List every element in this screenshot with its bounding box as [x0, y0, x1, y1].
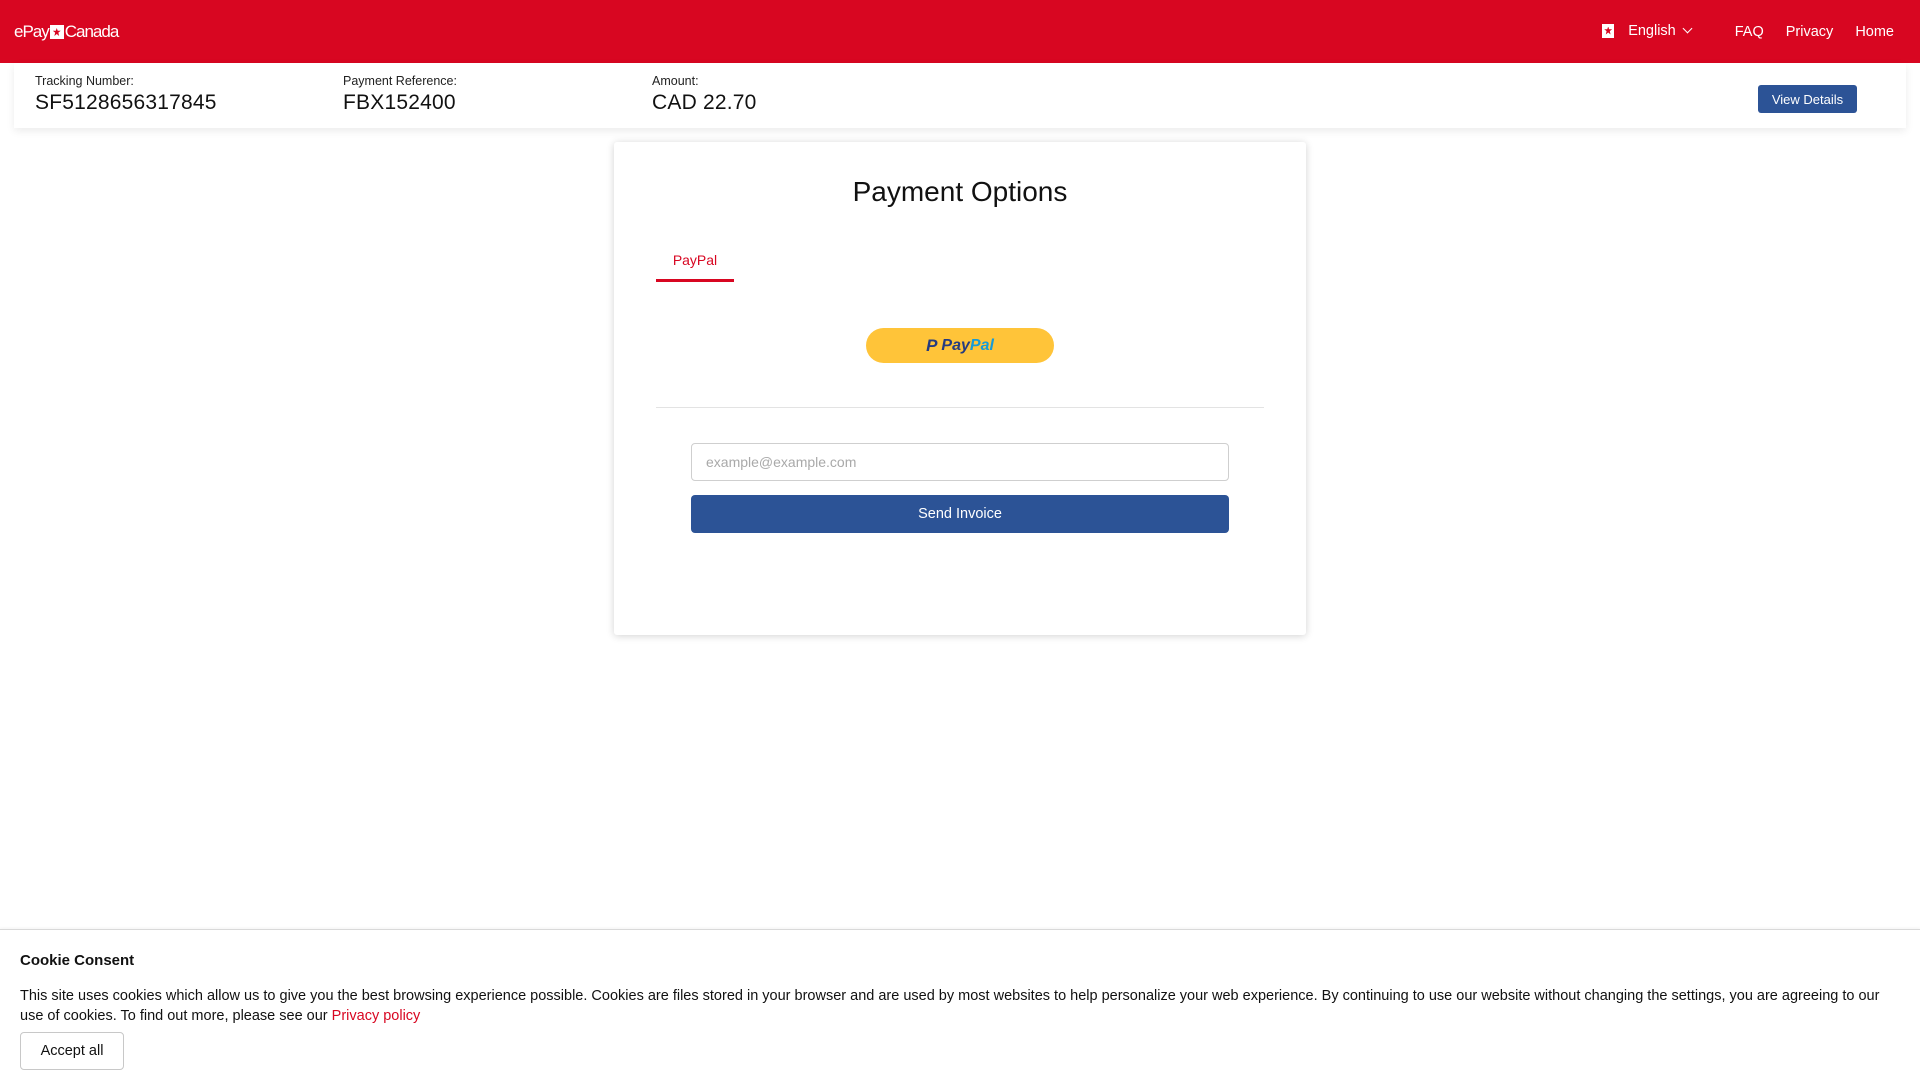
amount-label: Amount:: [652, 74, 699, 88]
send-invoice-button[interactable]: Send Invoice: [691, 495, 1229, 533]
cookie-consent-text: This site uses cookies which allow us to…: [20, 986, 1900, 1026]
tracking-number-label: Tracking Number:: [35, 74, 134, 88]
cookie-consent-title: Cookie Consent: [20, 952, 135, 969]
language-selector[interactable]: English: [1602, 22, 1693, 39]
nav-link-privacy[interactable]: Privacy: [1786, 24, 1834, 40]
payment-reference-value: FBX152400: [343, 91, 456, 114]
paypal-wordmark: PayPal: [941, 337, 993, 355]
cookie-consent-banner: Cookie Consent This site uses cookies wh…: [0, 929, 1920, 1080]
canada-flag-icon: [1602, 23, 1615, 38]
cookie-consent-body: This site uses cookies which allow us to…: [20, 988, 1880, 1024]
page-title: Payment Options: [852, 176, 1068, 207]
privacy-policy-link[interactable]: Privacy policy: [332, 1008, 421, 1024]
paypal-checkout-button[interactable]: P PayPal: [866, 328, 1054, 363]
email-input[interactable]: [691, 443, 1229, 481]
amount-value: CAD 22.70: [652, 91, 757, 114]
nav-link-home[interactable]: Home: [1855, 24, 1894, 40]
tab-paypal[interactable]: PayPal: [656, 252, 734, 282]
paypal-wordmark-pay: Pay: [941, 336, 970, 354]
paypal-wordmark-pal: Pal: [969, 336, 994, 354]
chevron-down-icon: [1682, 23, 1693, 34]
tracking-number-field: Tracking Number: SF5128656317845: [35, 74, 217, 115]
payment-reference-field: Payment Reference: FBX152400: [343, 74, 457, 115]
language-label: English: [1628, 22, 1676, 39]
maple-leaf-icon: [49, 25, 64, 39]
tracking-number-value: SF5128656317845: [35, 91, 217, 114]
payment-options-card: Payment Options PayPal P PayPal Send Inv…: [614, 142, 1306, 635]
section-divider: [656, 407, 1264, 408]
top-navigation-bar: ePay Canada English FAQ Privacy Home: [0, 0, 1920, 63]
paypal-logo-icon: P: [926, 335, 938, 355]
shipment-info-bar: Tracking Number: SF5128656317845 Payment…: [14, 63, 1906, 128]
nav-link-faq[interactable]: FAQ: [1735, 24, 1764, 40]
amount-field: Amount: CAD 22.70: [652, 74, 757, 115]
header-nav: English FAQ Privacy Home: [1602, 0, 1894, 63]
accept-all-button[interactable]: Accept all: [20, 1032, 124, 1070]
logo-text-right: Canada: [64, 22, 120, 41]
logo-text-left: ePay: [14, 22, 50, 41]
view-details-button[interactable]: View Details: [1758, 85, 1857, 113]
epay-canada-logo[interactable]: ePay Canada: [14, 22, 120, 42]
payment-reference-label: Payment Reference:: [343, 74, 457, 88]
